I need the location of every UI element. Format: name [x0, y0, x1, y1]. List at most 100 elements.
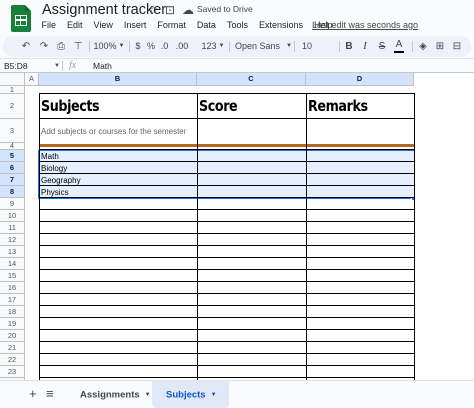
- menu-data[interactable]: Data: [191, 19, 221, 33]
- cloud-saved-icon[interactable]: ☁: [182, 3, 194, 17]
- row-gridline: [39, 293, 414, 294]
- sheet-tab-bar: + ≡ Assignments ▼ Subjects ▼: [0, 380, 474, 408]
- row-header[interactable]: 17: [0, 294, 25, 306]
- row-header[interactable]: 8: [0, 186, 25, 198]
- fill-color-icon[interactable]: ◈: [416, 38, 430, 55]
- row-gridline: [39, 257, 414, 258]
- toolbar-divider: [89, 41, 90, 52]
- italic-button[interactable]: I: [360, 38, 370, 55]
- column-gridline: [306, 93, 307, 380]
- menu-file[interactable]: File: [36, 19, 62, 33]
- percent-format-button[interactable]: %: [146, 38, 156, 55]
- column-gridline: [39, 93, 40, 380]
- row-header[interactable]: 22: [0, 354, 25, 366]
- row-header[interactable]: 14: [0, 258, 25, 270]
- increase-decimal-button[interactable]: .00: [173, 38, 191, 55]
- menu-format[interactable]: Format: [152, 19, 192, 33]
- column-header-a[interactable]: A: [25, 73, 39, 86]
- bold-button[interactable]: B: [343, 38, 355, 55]
- currency-format-button[interactable]: $: [133, 38, 143, 55]
- subject-cell[interactable]: Biology: [41, 164, 67, 173]
- row-header[interactable]: 18: [0, 306, 25, 318]
- row-header[interactable]: 5: [0, 150, 25, 162]
- formula-input[interactable]: Math: [93, 60, 112, 72]
- row-header[interactable]: 6: [0, 162, 25, 174]
- row-gridline: [39, 221, 414, 222]
- star-icon[interactable]: ☆: [148, 3, 159, 17]
- column-header-c[interactable]: C: [197, 73, 306, 86]
- menu-tools[interactable]: Tools: [221, 19, 253, 33]
- move-folder-icon[interactable]: ⊡: [165, 3, 175, 17]
- font-family-select[interactable]: Open Sans ▼: [235, 38, 293, 55]
- row-header[interactable]: 10: [0, 210, 25, 222]
- more-formats-label: 123: [201, 41, 217, 51]
- sheets-logo-icon[interactable]: [11, 5, 31, 32]
- borders-icon[interactable]: ⊞: [433, 38, 447, 55]
- row-gridline: [39, 377, 414, 378]
- column-header-d[interactable]: D: [306, 73, 414, 86]
- chevron-down-icon: ▼: [144, 392, 151, 398]
- row-gridline: [39, 233, 414, 234]
- row-header[interactable]: 15: [0, 270, 25, 282]
- chevron-down-icon[interactable]: ▼: [54, 60, 60, 72]
- row-header[interactable]: 19: [0, 318, 25, 330]
- toolbar-divider: [294, 41, 295, 52]
- row-header[interactable]: 20: [0, 330, 25, 342]
- spreadsheet-grid[interactable]: A B C D 1 2 3 4 5 6 7 8 9 10 11 12 13 14 15 16 17 18 19 20 2…: [0, 72, 474, 380]
- hint-cell[interactable]: Add subjects or courses for the semester: [41, 127, 186, 136]
- more-formats-button[interactable]: 123 ▼: [201, 38, 225, 55]
- tab-label: Assignments: [80, 389, 140, 401]
- subject-cell[interactable]: Physics: [41, 188, 69, 197]
- subject-cell[interactable]: Geography: [41, 176, 81, 185]
- font-size-input[interactable]: 10: [300, 38, 314, 55]
- row-gridline: [39, 197, 414, 198]
- row-header[interactable]: 4: [0, 142, 25, 150]
- last-edit-link[interactable]: Last edit was seconds ago: [312, 19, 418, 31]
- redo-icon[interactable]: ↷: [37, 38, 51, 55]
- row-header[interactable]: 9: [0, 198, 25, 210]
- print-icon[interactable]: ⎙: [54, 38, 68, 55]
- row-header[interactable]: 2: [0, 94, 25, 119]
- menu-edit[interactable]: Edit: [62, 19, 89, 33]
- paint-format-icon[interactable]: ⊤: [71, 38, 85, 55]
- undo-icon[interactable]: ↶: [19, 38, 33, 55]
- toolbar-divider: [229, 41, 230, 52]
- menu-insert[interactable]: Insert: [118, 19, 152, 33]
- name-box[interactable]: B5:D8: [4, 60, 28, 72]
- column-header-b[interactable]: B: [39, 73, 197, 86]
- row-header[interactable]: 11: [0, 222, 25, 234]
- row-header[interactable]: 12: [0, 234, 25, 246]
- chevron-down-icon: ▼: [218, 43, 225, 50]
- row-header[interactable]: 3: [0, 119, 25, 143]
- menu-extensions[interactable]: Extensions: [253, 19, 308, 33]
- row-header[interactable]: 7: [0, 174, 25, 186]
- row-gridline: [39, 173, 414, 174]
- zoom-select[interactable]: 100% ▼: [93, 38, 125, 55]
- all-sheets-icon[interactable]: ≡: [46, 387, 54, 401]
- row-gridline: [39, 118, 414, 119]
- add-sheet-icon[interactable]: +: [29, 387, 37, 401]
- row-gridline: [39, 341, 414, 342]
- menu-view[interactable]: View: [88, 19, 118, 33]
- row-header[interactable]: 13: [0, 246, 25, 258]
- row-header[interactable]: 21: [0, 342, 25, 354]
- tab-assignments[interactable]: Assignments ▼: [66, 381, 163, 408]
- text-color-button[interactable]: A: [394, 39, 404, 53]
- section-divider-band: [39, 144, 414, 147]
- row-gridline: [39, 269, 414, 270]
- row-gridline: [39, 329, 414, 330]
- header-remarks[interactable]: Remarks: [308, 97, 368, 115]
- tab-subjects[interactable]: Subjects ▼: [152, 381, 229, 408]
- strikethrough-button[interactable]: S: [377, 38, 387, 55]
- toolbar-divider: [129, 41, 130, 52]
- subject-cell[interactable]: Math: [41, 152, 59, 161]
- header-subjects[interactable]: Subjects: [41, 97, 100, 115]
- row-header[interactable]: 23: [0, 366, 25, 378]
- row-gridline: [39, 317, 414, 318]
- header-score[interactable]: Score: [199, 97, 238, 115]
- merge-cells-icon[interactable]: ⊟: [450, 38, 464, 55]
- selected-range[interactable]: [38, 150, 415, 199]
- decrease-decimal-button[interactable]: .0: [158, 38, 171, 55]
- row-header[interactable]: 16: [0, 282, 25, 294]
- row-header[interactable]: 1: [0, 86, 25, 94]
